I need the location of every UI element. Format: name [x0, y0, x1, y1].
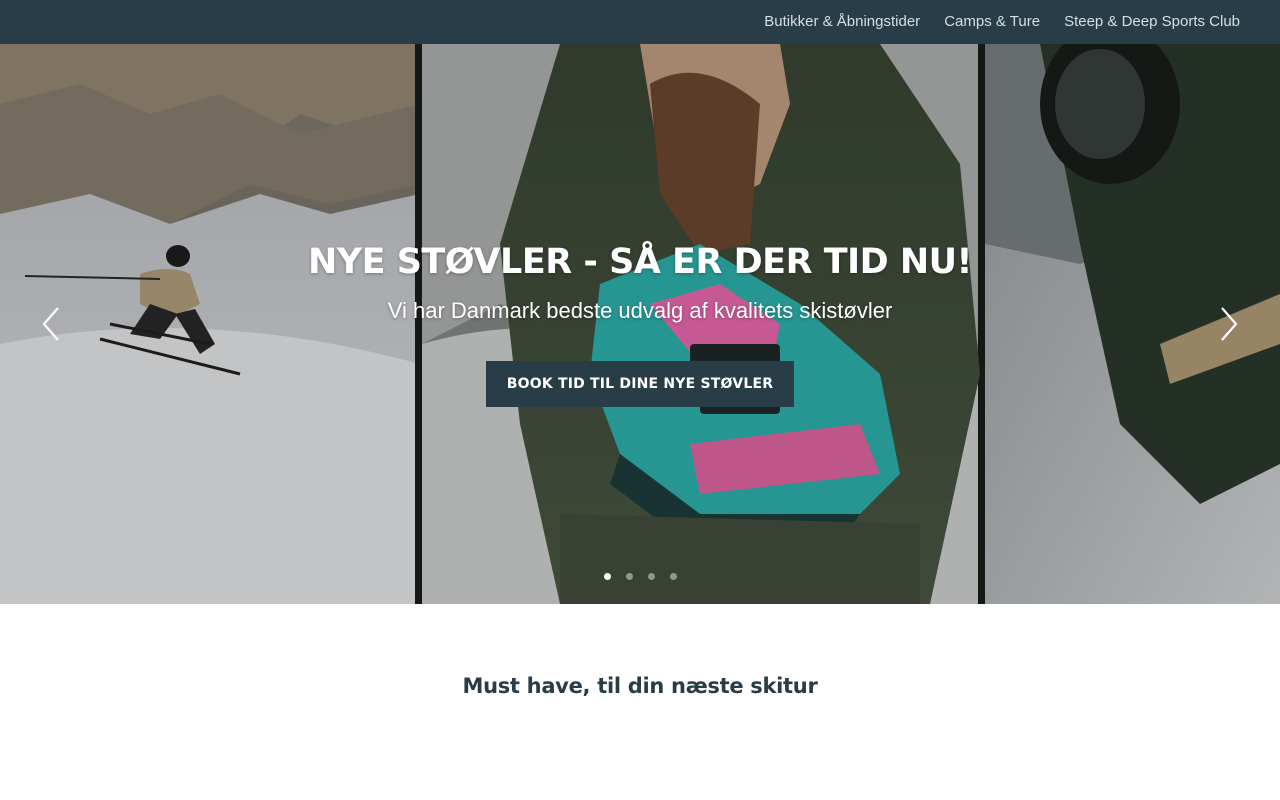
chevron-left-icon — [42, 307, 59, 341]
section-heading: Must have, til din næste skitur — [462, 674, 818, 698]
hero-title: NYE STØVLER - SÅ ER DER TID NU! — [307, 242, 973, 282]
slide-dot-1[interactable] — [603, 573, 611, 580]
book-appointment-button[interactable]: BOOK TID TIL DINE NYE STØVLER — [486, 361, 794, 407]
slide-dot-2[interactable] — [625, 573, 633, 580]
slide-dot-4[interactable] — [669, 573, 677, 580]
slide-dot-3[interactable] — [647, 573, 655, 580]
hero-slider: NYE STØVLER - SÅ ER DER TID NU! Vi har D… — [0, 44, 1280, 604]
hero-subtitle: Vi har Danmark bedste udvalg af kvalitet… — [387, 298, 893, 323]
next-slide-button[interactable] — [1211, 306, 1247, 342]
nav-link-stores-hours[interactable]: Butikker & Åbningstider — [764, 0, 920, 44]
nav-link-sports-club[interactable]: Steep & Deep Sports Club — [1064, 0, 1240, 44]
slide-indicators — [0, 573, 1280, 580]
nav-link-camps-tours[interactable]: Camps & Ture — [944, 0, 1040, 44]
chevron-right-icon — [1221, 307, 1238, 341]
hero-content: NYE STØVLER - SÅ ER DER TID NU! Vi har D… — [0, 44, 1280, 604]
top-navigation: Butikker & Åbningstider Camps & Ture Ste… — [0, 0, 1280, 44]
previous-slide-button[interactable] — [33, 306, 69, 342]
